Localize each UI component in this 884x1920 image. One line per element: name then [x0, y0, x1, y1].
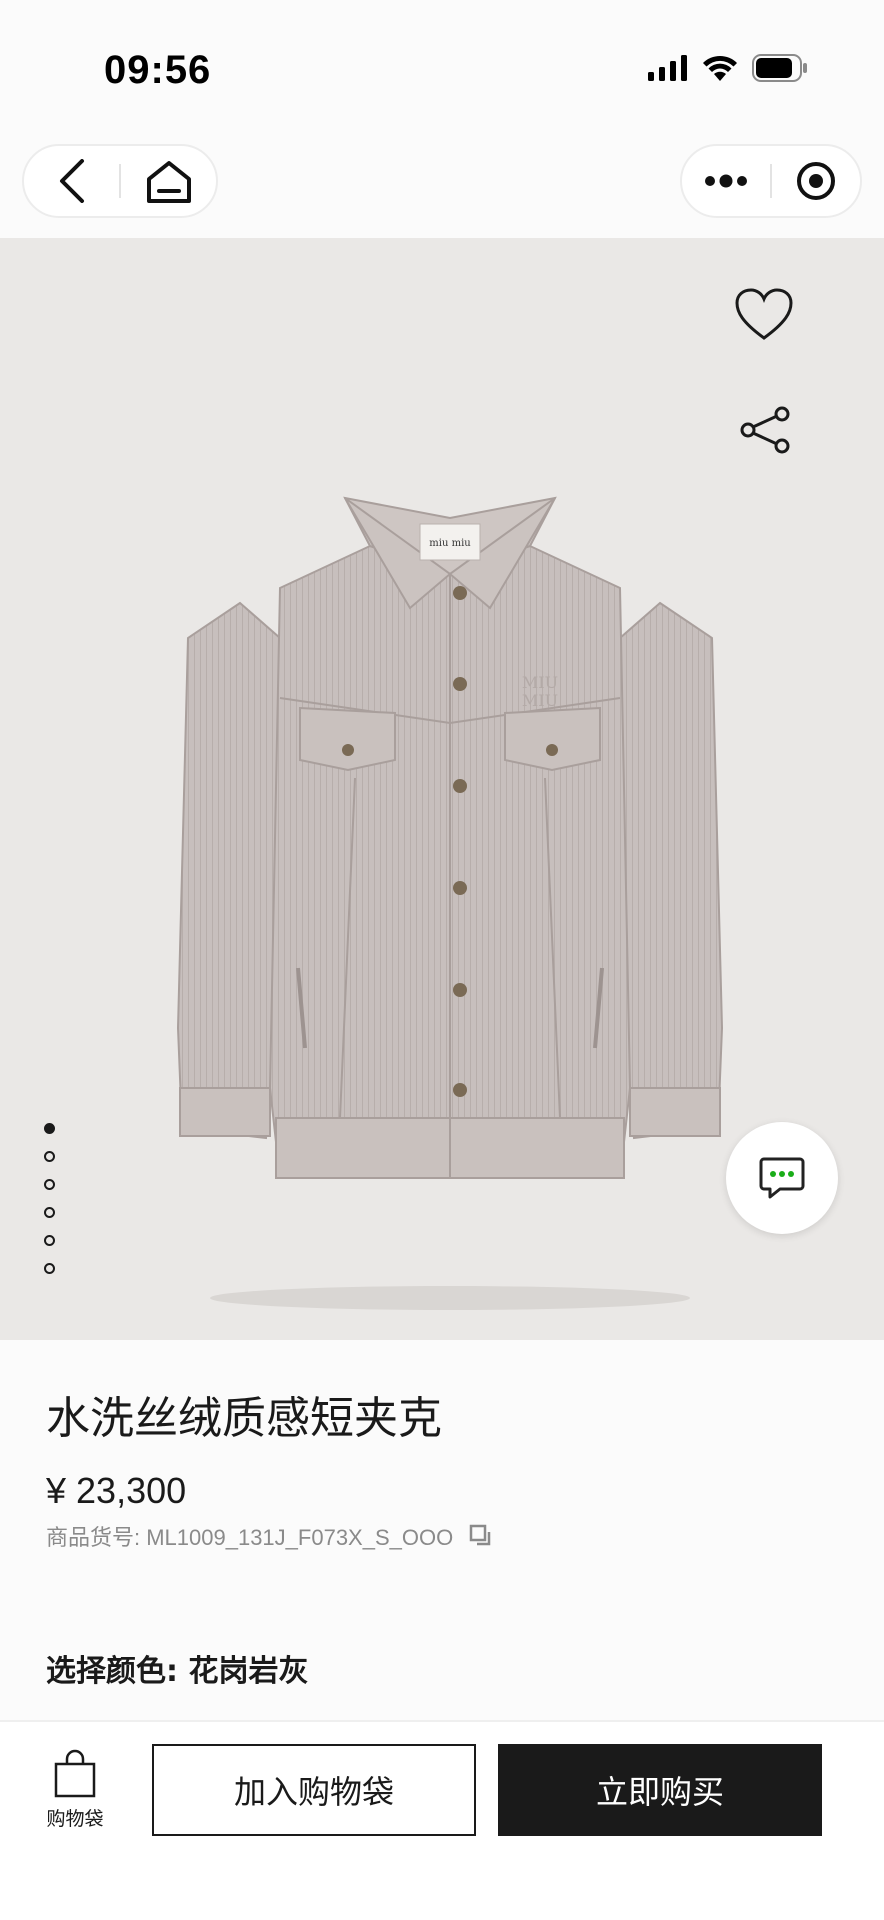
bottom-action-bar: 购物袋 加入购物袋 立即购买: [0, 1720, 884, 1920]
shopping-bag-button[interactable]: 购物袋: [40, 1748, 110, 1844]
shopping-bag-label: 购物袋: [46, 1808, 104, 1830]
more-icon: [705, 174, 747, 188]
product-gallery[interactable]: miu miu MIU MIU: [0, 238, 884, 1340]
nav-bar: [0, 130, 884, 238]
svg-text:miu miu: miu miu: [429, 538, 471, 549]
status-bar: 09:56: [0, 0, 884, 130]
product-title: 水洗丝绒质感短夹克: [46, 1393, 442, 1444]
svg-text:MIU: MIU: [522, 691, 558, 710]
heart-icon: [735, 288, 793, 340]
customer-service-button[interactable]: [726, 1122, 838, 1234]
nav-capsule-right: [680, 144, 862, 218]
wifi-icon: [703, 55, 737, 81]
copy-icon[interactable]: [469, 1524, 493, 1548]
pagination-dot[interactable]: [44, 1207, 55, 1218]
pagination-dot[interactable]: [44, 1263, 55, 1274]
target-icon: [797, 162, 835, 200]
gallery-pagination: [44, 1123, 55, 1274]
sku-text: 商品货号: ML1009_131J_F073X_S_OOO: [46, 1525, 454, 1550]
more-button[interactable]: [682, 146, 770, 216]
share-icon: [740, 406, 790, 454]
status-time: 09:56: [104, 48, 212, 92]
chat-bubble-icon: [759, 1157, 805, 1199]
svg-text:MIU: MIU: [522, 673, 558, 692]
nav-capsule-left: [22, 144, 218, 218]
home-button[interactable]: [121, 146, 216, 216]
pagination-dot[interactable]: [44, 1151, 55, 1162]
back-icon: [59, 159, 84, 203]
add-to-bag-button[interactable]: 加入购物袋: [152, 1744, 476, 1836]
color-selector-label[interactable]: 选择颜色: 花岗岩灰: [46, 1646, 308, 1690]
battery-icon: [752, 54, 807, 82]
status-icons: [648, 54, 808, 82]
buy-now-button[interactable]: 立即购买: [498, 1744, 822, 1836]
product-info: 水洗丝绒质感短夹克 ¥ 23,300 商品货号: ML1009_131J_F07…: [0, 1340, 884, 1720]
signal-icon: [648, 55, 687, 81]
share-button[interactable]: [740, 406, 792, 458]
home-icon: [146, 161, 191, 203]
pagination-dot[interactable]: [44, 1179, 55, 1190]
close-miniprogram-button[interactable]: [772, 146, 860, 216]
jacket-photo: miu miu MIU MIU: [176, 496, 724, 1310]
pagination-dot-active[interactable]: [44, 1123, 55, 1134]
pagination-dot[interactable]: [44, 1235, 55, 1246]
favorite-button[interactable]: [734, 288, 794, 346]
back-button[interactable]: [24, 146, 119, 216]
product-sku: 商品货号: ML1009_131J_F073X_S_OOO: [46, 1520, 493, 1552]
shopping-bag-icon: [54, 1749, 96, 1798]
product-price: ¥ 23,300: [46, 1470, 187, 1511]
